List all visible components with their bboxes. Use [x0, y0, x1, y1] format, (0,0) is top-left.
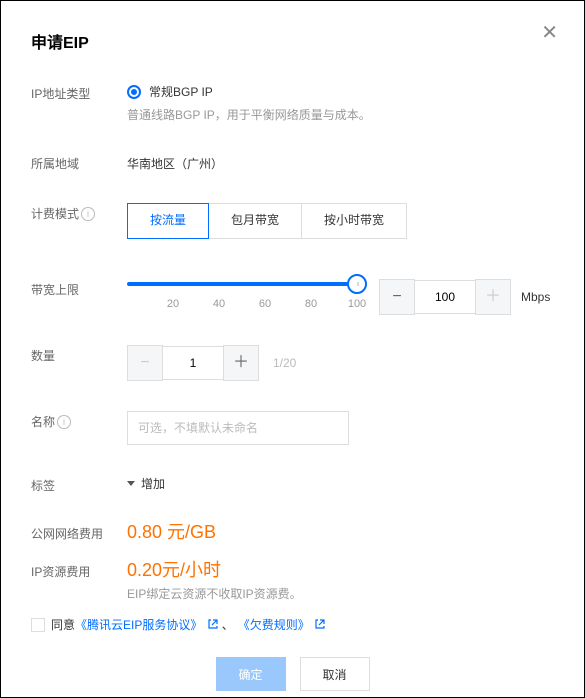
agree-link-arrears[interactable]: 《欠费规则》 — [238, 616, 325, 633]
bandwidth-unit: Mbps — [521, 290, 550, 304]
quantity-hint: 1/20 — [273, 356, 296, 370]
quantity-increment[interactable]: ＋ — [223, 345, 259, 381]
res-fee-note: EIP绑定云资源不收取IP资源费。 — [127, 585, 554, 602]
external-link-icon — [208, 619, 218, 629]
ip-type-label: IP地址类型 — [31, 83, 127, 103]
res-fee-value: 0.20元/小时 — [127, 560, 221, 580]
apply-eip-dialog: 申请EIP ✕ IP地址类型 常规BGP IP 普通线路BGP IP，用于平衡网… — [1, 1, 584, 697]
cancel-button[interactable]: 取消 — [300, 657, 370, 691]
billing-opt-traffic[interactable]: 按流量 — [127, 203, 209, 239]
bandwidth-slider[interactable] — [127, 282, 357, 286]
billing-mode-segment: 按流量 包月带宽 按小时带宽 — [127, 203, 554, 239]
billing-opt-hourly[interactable]: 按小时带宽 — [301, 203, 407, 239]
bandwidth-label: 带宽上限 — [31, 279, 127, 299]
dialog-title: 申请EIP — [31, 29, 554, 53]
billing-opt-monthly[interactable]: 包月带宽 — [208, 203, 302, 239]
agree-sep: 、 — [222, 616, 234, 633]
name-label: 名称 i — [31, 411, 127, 431]
chevron-down-icon — [127, 481, 135, 486]
name-input[interactable] — [127, 411, 349, 445]
bandwidth-decrement[interactable]: − — [379, 279, 415, 315]
quantity-label: 数量 — [31, 345, 127, 365]
agree-checkbox[interactable] — [31, 618, 45, 632]
ip-type-option[interactable]: 常规BGP IP — [127, 83, 554, 100]
quantity-decrement[interactable]: − — [127, 345, 163, 381]
net-fee-label: 公网网络费用 — [31, 521, 127, 543]
region-label: 所属地域 — [31, 153, 127, 173]
close-icon[interactable]: ✕ — [541, 23, 558, 43]
ok-button[interactable]: 确定 — [216, 657, 286, 691]
bandwidth-ticks: 20 40 60 80 100 — [127, 298, 357, 312]
billing-label: 计费模式 i — [31, 203, 127, 223]
external-link-icon — [315, 619, 325, 629]
res-fee-label: IP资源费用 — [31, 559, 127, 581]
bandwidth-input[interactable] — [415, 280, 475, 314]
info-icon[interactable]: i — [81, 207, 95, 221]
slider-thumb-icon[interactable] — [347, 274, 367, 294]
tags-add-button[interactable]: 增加 — [127, 475, 554, 492]
info-icon[interactable]: i — [57, 415, 71, 429]
bandwidth-increment[interactable]: ＋ — [475, 279, 511, 315]
radio-checked-icon — [127, 85, 141, 99]
agree-link-service[interactable]: 《腾讯云EIP服务协议》 — [75, 616, 218, 633]
tags-label: 标签 — [31, 475, 127, 495]
ip-type-option-label: 常规BGP IP — [149, 83, 213, 100]
ip-type-desc: 普通线路BGP IP，用于平衡网络质量与成本。 — [127, 106, 554, 123]
quantity-input[interactable] — [163, 346, 223, 380]
net-fee-value: 0.80 元/GB — [127, 522, 216, 542]
agree-text: 同意 — [51, 616, 75, 633]
region-value: 华南地区（广州） — [127, 153, 554, 172]
